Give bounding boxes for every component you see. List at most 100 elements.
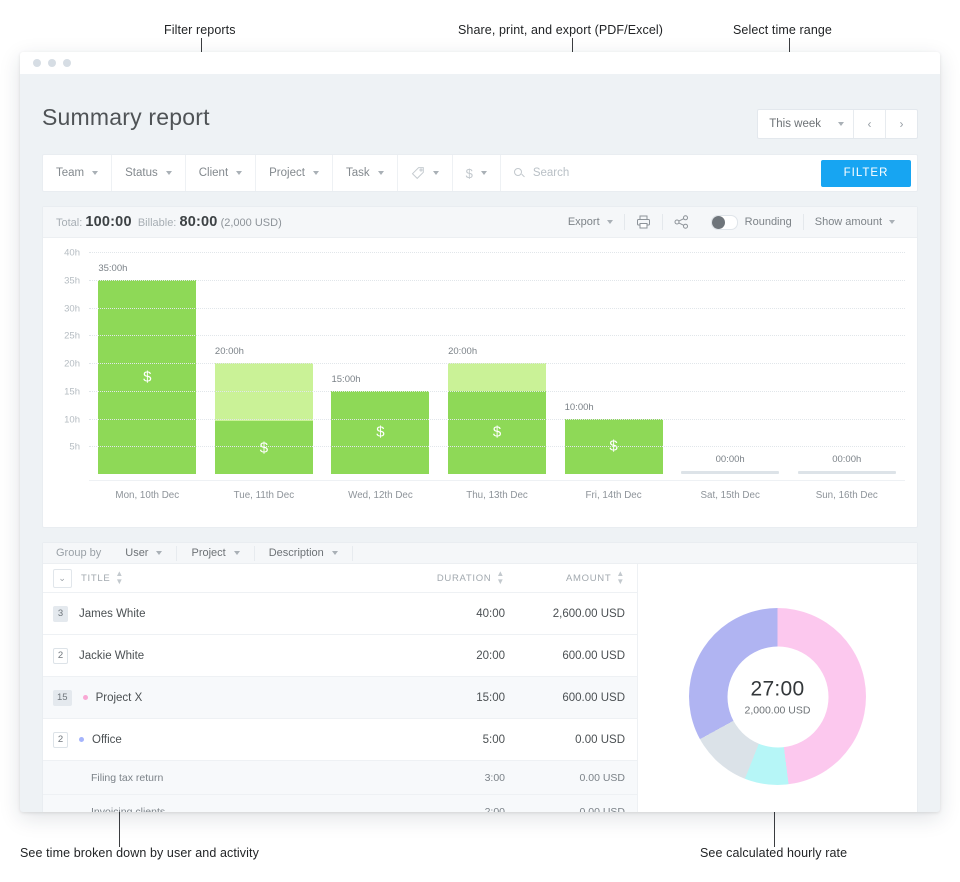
table-row[interactable]: 15Project X15:00600.00 USD (43, 677, 637, 719)
bar-chart-x-axis: Mon, 10th DecTue, 11th DecWed, 12th DecT… (89, 480, 905, 501)
project-color-dot (79, 737, 84, 742)
rounding-toggle[interactable]: Rounding (700, 213, 803, 231)
chart-card: Total: 100:00 Billable: 80:00 (2,000 USD… (42, 206, 918, 528)
bar-value-label: 00:00h (716, 454, 745, 465)
printer-icon (636, 215, 651, 229)
filter-task[interactable]: Task (333, 155, 398, 191)
chevron-down-icon (92, 171, 98, 175)
date-range-select[interactable]: This week (758, 110, 854, 138)
filter-status[interactable]: Status (112, 155, 186, 191)
window-minimize-dot[interactable] (48, 59, 56, 67)
row-amount-cell: 0.00 USD (505, 806, 625, 813)
group-by-user[interactable]: User (111, 546, 177, 561)
filter-status-label: Status (125, 167, 158, 179)
grid-line: 15h (89, 391, 905, 392)
annotation-filter-reports: Filter reports (164, 23, 236, 37)
share-button[interactable] (663, 213, 700, 231)
column-header-duration[interactable]: DURATION ▲▼ (393, 570, 505, 586)
chevron-down-icon (607, 220, 613, 224)
print-button[interactable] (625, 213, 662, 231)
search-field[interactable]: Search (501, 155, 821, 191)
annotation-share-export: Share, print, and export (PDF/Excel) (458, 23, 663, 37)
column-duration-label: DURATION (437, 573, 492, 584)
filter-client[interactable]: Client (186, 155, 256, 191)
grid-line: 20h (89, 363, 905, 364)
table-row[interactable]: 3James White40:002,600.00 USD (43, 593, 637, 635)
group-by-description[interactable]: Description (255, 546, 353, 561)
annotation-hourly-rate: See calculated hourly rate (700, 846, 847, 860)
row-title-cell: Invoicing clients (53, 806, 393, 813)
row-amount-cell: 0.00 USD (505, 772, 625, 784)
bar-segment-billable: $ (98, 280, 196, 474)
table-row[interactable]: 2Jackie White20:00600.00 USD (43, 635, 637, 677)
project-color-dot (83, 695, 88, 700)
donut-total-time: 27:00 (750, 677, 804, 701)
row-title-cell: Filing tax return (53, 772, 393, 784)
grid-line: 10h (89, 419, 905, 420)
bar-empty-stub (798, 471, 896, 474)
table-row[interactable]: 2Office5:000.00 USD (43, 719, 637, 761)
donut-center: 27:00 2,000.00 USD (727, 646, 828, 747)
chevron-down-icon (481, 171, 487, 175)
table-body: 3James White40:002,600.00 USD2Jackie Whi… (43, 593, 637, 812)
toggle-switch[interactable] (711, 215, 738, 230)
expand-all-button[interactable]: ⌄ (53, 569, 72, 588)
donut-chart: 27:00 2,000.00 USD (689, 608, 866, 785)
filter-team[interactable]: Team (43, 155, 112, 191)
group-by-user-label: User (125, 547, 148, 559)
filter-client-label: Client (199, 167, 228, 179)
table-row[interactable]: Invoicing clients2:000.00 USD (43, 795, 637, 812)
grid-line: 25h (89, 335, 905, 336)
chart-card-header: Total: 100:00 Billable: 80:00 (2,000 USD… (43, 207, 917, 238)
filter-button[interactable]: FILTER (821, 160, 911, 187)
chevron-down-icon (838, 122, 844, 126)
donut-chart-area: 27:00 2,000.00 USD (638, 564, 917, 812)
row-duration-cell: 2:00 (393, 806, 505, 813)
chevron-down-icon (332, 551, 338, 555)
breakdown-card: Group by User Project Description (42, 542, 918, 812)
export-menu[interactable]: Export (557, 213, 624, 231)
billable-dollar-icon: $ (331, 424, 429, 441)
billable-value: 80:00 (179, 214, 217, 230)
filter-tag[interactable] (398, 155, 453, 191)
row-duration-cell: 20:00 (393, 650, 505, 662)
column-header-title[interactable]: TITLE ▲▼ (81, 570, 393, 586)
chevron-down-icon (236, 171, 242, 175)
chevron-down-icon (234, 551, 240, 555)
filter-task-label: Task (346, 167, 370, 179)
total-label: Total: (56, 217, 82, 229)
window-close-dot[interactable] (33, 59, 41, 67)
row-amount-cell: 600.00 USD (505, 692, 625, 704)
group-by-project[interactable]: Project (177, 546, 254, 561)
date-range-next-button[interactable]: › (886, 110, 917, 138)
chevron-down-icon (433, 171, 439, 175)
row-title-label: James White (79, 608, 145, 620)
column-header-amount[interactable]: AMOUNT ▲▼ (505, 570, 625, 586)
annotation-time-range: Select time range (733, 23, 832, 37)
show-amount-menu[interactable]: Show amount (804, 213, 906, 231)
x-axis-tick-label: Fri, 14th Dec (555, 490, 672, 501)
y-axis-tick-label: 40h (64, 248, 80, 259)
y-axis-tick-label: 15h (64, 386, 80, 397)
x-axis-tick-label: Sat, 15th Dec (672, 490, 789, 501)
table-header-row: ⌄ TITLE ▲▼ DURATION ▲▼ AMOUNT (43, 564, 637, 593)
chevron-down-icon (889, 220, 895, 224)
bar-value-label: 20:00h (448, 346, 477, 357)
table-row[interactable]: Filing tax return3:000.00 USD (43, 761, 637, 795)
chevron-down-icon (378, 171, 384, 175)
filter-team-label: Team (56, 167, 84, 179)
row-count-badge: 3 (53, 606, 68, 622)
breakdown-body: ⌄ TITLE ▲▼ DURATION ▲▼ AMOUNT (43, 564, 917, 812)
bar-empty-stub (681, 471, 779, 474)
row-title-cell: 2Jackie White (53, 648, 393, 664)
date-range-prev-button[interactable]: ‹ (854, 110, 886, 138)
filter-project[interactable]: Project (256, 155, 333, 191)
date-range-control: This week ‹ › (757, 109, 918, 139)
sort-icon: ▲▼ (496, 570, 505, 586)
filter-billable[interactable]: $ (453, 155, 501, 191)
group-by-label: Group by (43, 547, 111, 559)
window-maximize-dot[interactable] (63, 59, 71, 67)
export-label: Export (568, 216, 600, 228)
annotation-breakdown: See time broken down by user and activit… (20, 846, 259, 860)
row-title-label: Project X (96, 692, 143, 704)
